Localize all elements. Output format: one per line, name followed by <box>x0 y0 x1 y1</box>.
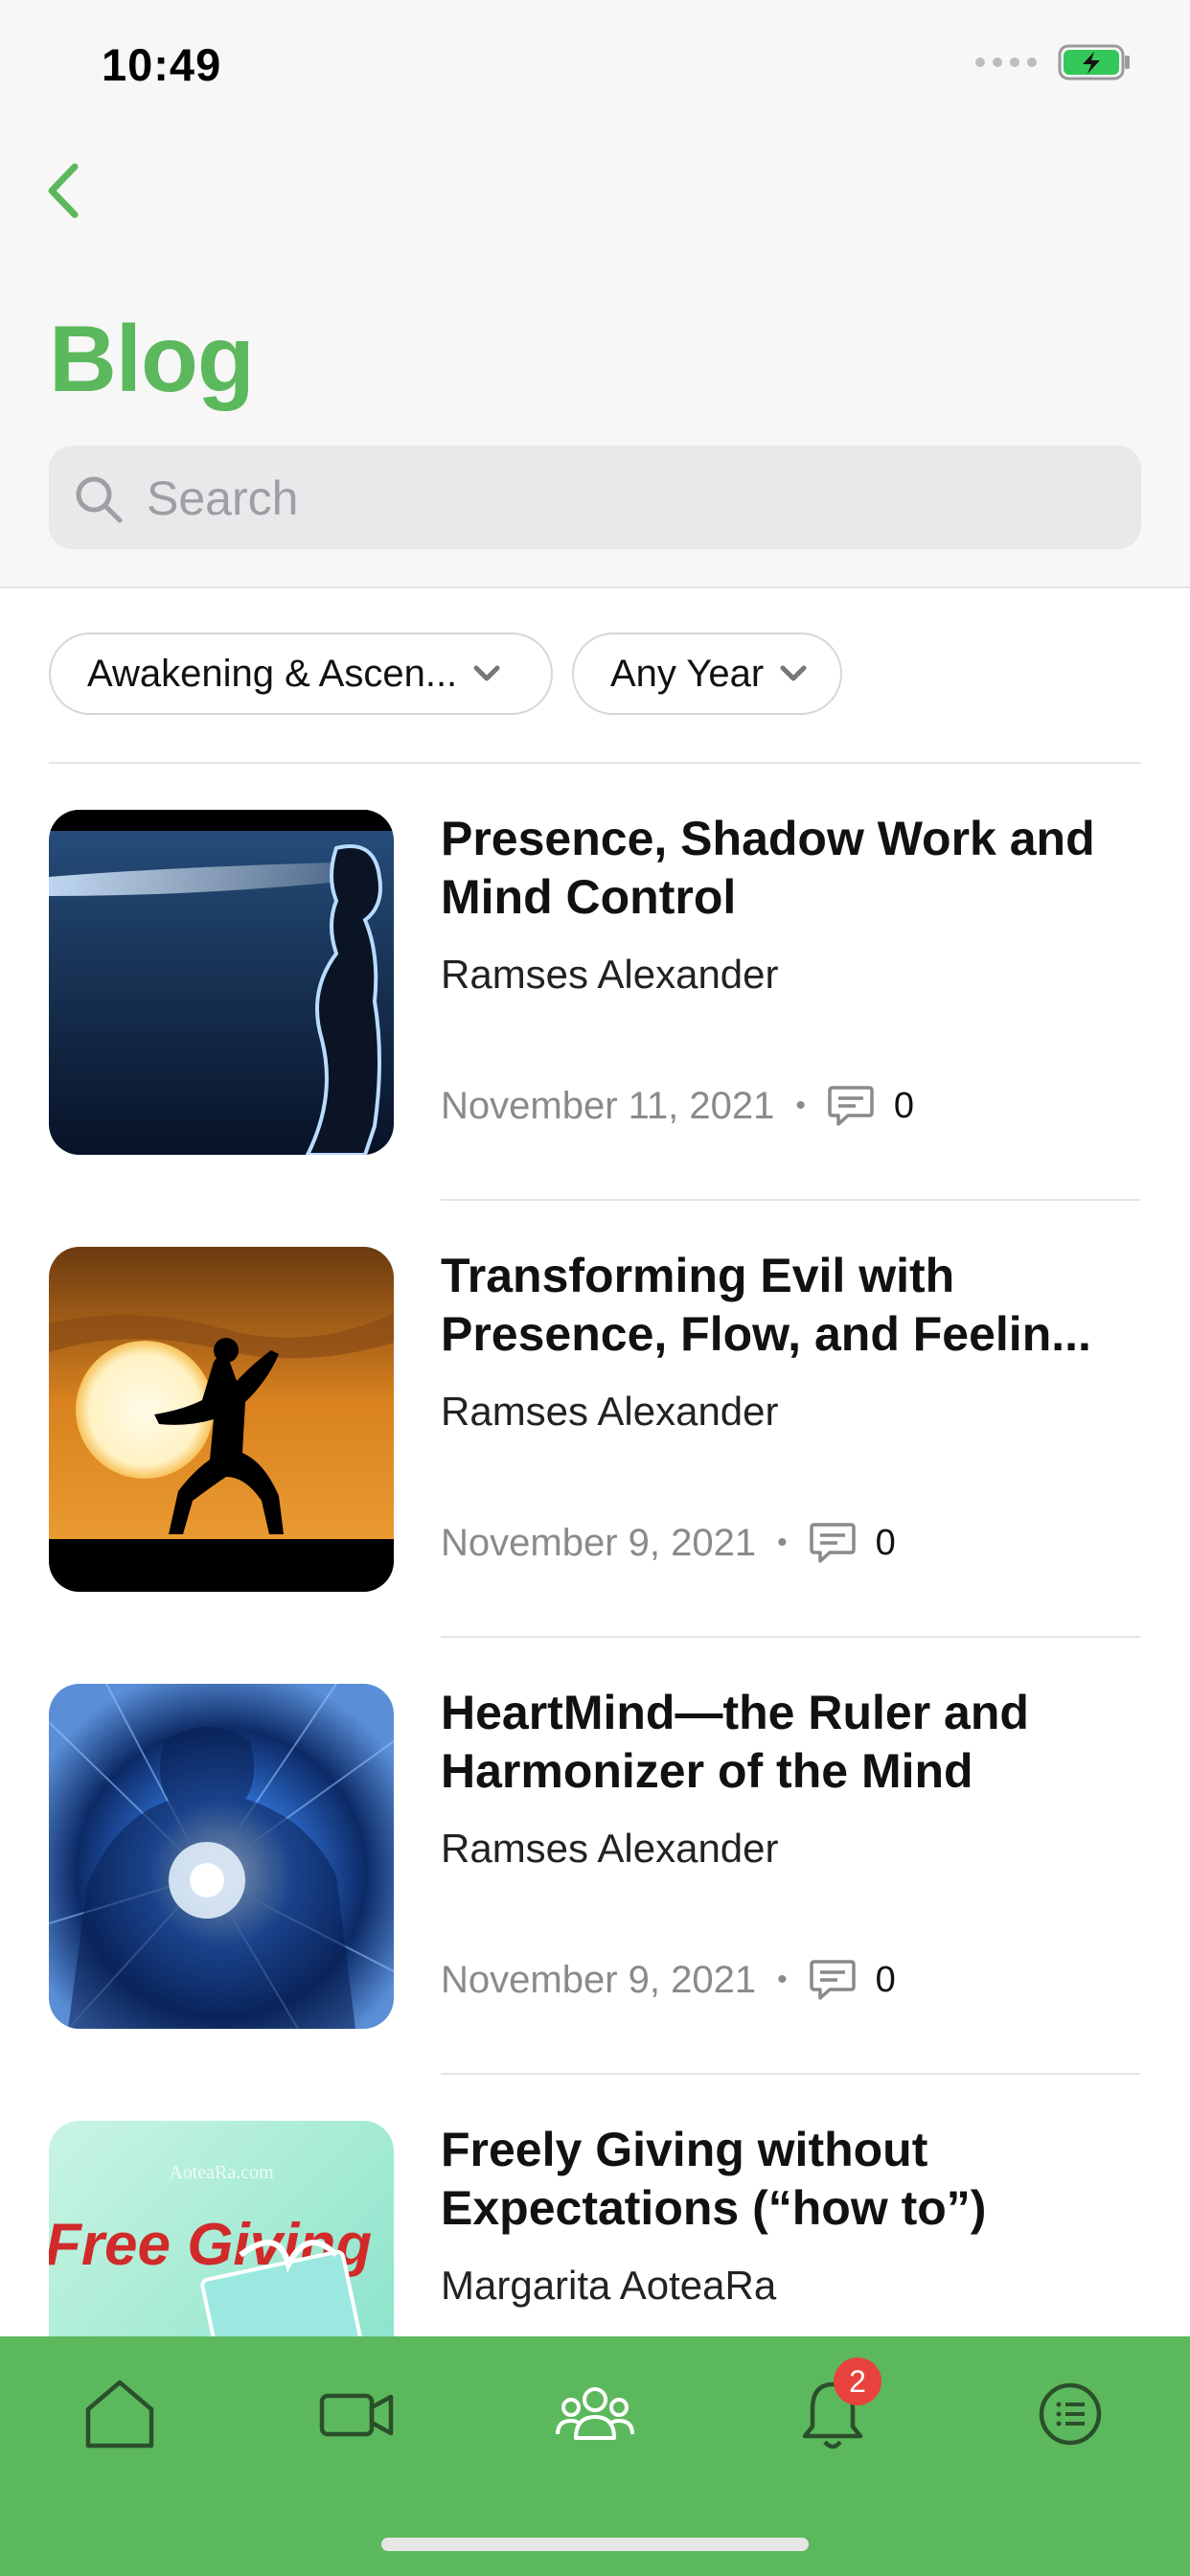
heart-light-image <box>49 1684 394 2029</box>
watermark-text: AoteaRa.com <box>169 2162 274 2183</box>
comment-icon[interactable] <box>809 1958 857 2002</box>
comment-count: 0 <box>875 1522 896 1563</box>
tab-notifications[interactable]: 2 <box>790 2358 881 2457</box>
status-indicators <box>975 44 1133 80</box>
topic-filter-dropdown[interactable]: Awakening & Ascen... <box>49 632 553 715</box>
notification-badge: 2 <box>834 2358 881 2405</box>
glowing-figure-image <box>49 810 394 1155</box>
video-icon <box>319 2393 394 2437</box>
post-title[interactable]: Transforming Evil with Presence, Flow, a… <box>441 1247 1131 1364</box>
post-thumbnail[interactable] <box>49 810 394 1155</box>
menu-list-icon <box>1039 2382 1102 2446</box>
battery-charging-icon <box>1058 44 1130 80</box>
signal-icon <box>975 58 1037 67</box>
tab-video[interactable] <box>314 2371 400 2457</box>
comment-icon[interactable] <box>827 1084 875 1128</box>
chevron-down-icon <box>780 665 807 681</box>
post-author[interactable]: Ramses Alexander <box>441 1389 779 1435</box>
divider <box>441 1636 1140 1638</box>
topic-filter-label: Awakening & Ascen... <box>87 652 458 695</box>
post-title[interactable]: Freely Giving without Expectations (“how… <box>441 2121 1131 2238</box>
post-meta: November 9, 2021 • 0 <box>441 1958 896 2002</box>
post-date: November 11, 2021 <box>441 1084 775 1127</box>
post-title[interactable]: HeartMind—the Ruler and Harmonizer of th… <box>441 1684 1131 1801</box>
year-filter-label: Any Year <box>610 652 765 695</box>
post-meta: November 9, 2021 • 0 <box>441 1521 896 1565</box>
sunset-silhouette-image <box>49 1247 394 1592</box>
search-icon <box>76 476 123 523</box>
divider <box>441 1199 1140 1201</box>
post-thumbnail[interactable] <box>49 1247 394 1592</box>
comment-icon[interactable] <box>809 1521 857 1565</box>
home-icon <box>85 2380 154 2449</box>
home-indicator[interactable] <box>381 2538 809 2551</box>
divider <box>441 2073 1140 2075</box>
search-bar[interactable] <box>49 446 1141 551</box>
separator-dot: • <box>795 1090 806 1121</box>
post-title[interactable]: Presence, Shadow Work and Mind Control <box>441 810 1131 927</box>
post-meta: November 11, 2021 • 0 <box>441 1084 914 1128</box>
post-author[interactable]: Margarita AoteaRa <box>441 2263 776 2309</box>
tab-menu[interactable] <box>1027 2371 1113 2457</box>
chevron-left-icon <box>48 163 79 218</box>
separator-dot: • <box>777 1964 788 1995</box>
separator-dot: • <box>777 1527 788 1558</box>
page-title: Blog <box>49 306 255 411</box>
post-author[interactable]: Ramses Alexander <box>441 952 779 998</box>
post-date: November 9, 2021 <box>441 1958 757 2001</box>
header: 10:49 Blog <box>0 0 1190 588</box>
tab-home[interactable] <box>77 2371 163 2457</box>
post-author[interactable]: Ramses Alexander <box>441 1826 779 1872</box>
post-thumbnail[interactable] <box>49 1684 394 2029</box>
filter-bar: Awakening & Ascen... Any Year <box>49 632 842 715</box>
status-time: 10:49 <box>102 39 222 90</box>
back-button[interactable] <box>40 159 88 222</box>
post-date: November 9, 2021 <box>441 1521 757 1564</box>
comment-count: 0 <box>875 1959 896 2000</box>
search-input[interactable] <box>145 446 1126 551</box>
divider <box>49 762 1141 764</box>
groups-icon <box>556 2387 634 2440</box>
chevron-down-icon <box>473 665 500 681</box>
year-filter-dropdown[interactable]: Any Year <box>572 632 842 715</box>
comment-count: 0 <box>893 1085 915 1126</box>
tab-groups[interactable] <box>552 2371 638 2457</box>
